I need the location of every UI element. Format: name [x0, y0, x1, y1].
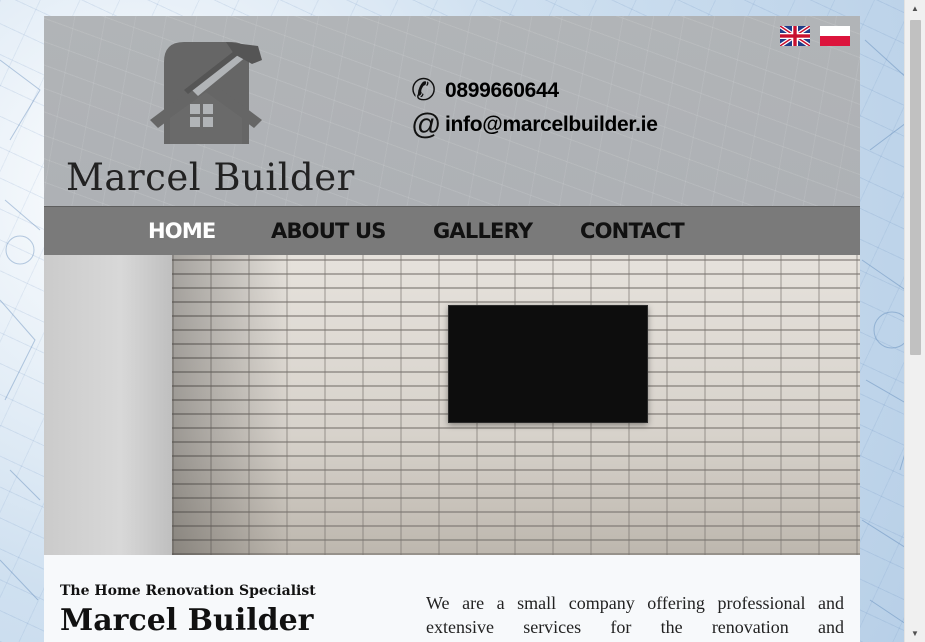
- phone-number[interactable]: 0899660644: [445, 79, 559, 103]
- scroll-down-arrow-icon[interactable]: ▼: [905, 625, 925, 642]
- logo-text: Marcel Builder: [66, 156, 355, 199]
- tv-screen: [448, 305, 648, 423]
- scroll-up-arrow-icon[interactable]: ▲: [905, 0, 925, 17]
- language-switcher: [780, 26, 850, 46]
- nav-contact[interactable]: CONTACT: [580, 219, 685, 243]
- logo[interactable]: Marcel Builder: [66, 38, 356, 199]
- at-icon: @: [411, 108, 442, 141]
- nav-gallery[interactable]: GALLERY: [433, 219, 533, 243]
- main-nav: HOME ABOUT US GALLERY CONTACT: [44, 206, 860, 255]
- tagline: The Home Renovation Specialist: [60, 583, 316, 599]
- email-address[interactable]: info@marcelbuilder.ie: [445, 113, 658, 137]
- intro-text: We are a small company offering professi…: [426, 593, 844, 637]
- polish-flag-icon[interactable]: [820, 26, 850, 46]
- house-hammer-logo-icon: [150, 42, 262, 144]
- section-title: Marcel Builder: [60, 603, 314, 638]
- phone-icon: ✆: [411, 74, 437, 107]
- intro-section: The Home Renovation Specialist Marcel Bu…: [44, 555, 860, 642]
- hero-shadow: [172, 255, 292, 555]
- hero-image: [44, 255, 860, 555]
- email-row[interactable]: @ info@marcelbuilder.ie: [411, 108, 658, 142]
- scroll-thumb[interactable]: [910, 20, 921, 355]
- nav-about-us[interactable]: ABOUT US: [271, 219, 386, 243]
- page: Marcel Builder ✆ 0899660644 @ info@marce…: [44, 16, 860, 642]
- hero-wall-side: [44, 255, 172, 555]
- contact-info: ✆ 0899660644 @ info@marcelbuilder.ie: [411, 74, 658, 142]
- site-header: Marcel Builder ✆ 0899660644 @ info@marce…: [44, 16, 860, 206]
- nav-home[interactable]: HOME: [148, 219, 216, 243]
- english-flag-icon[interactable]: [780, 26, 810, 46]
- scrollbar[interactable]: ▲ ▼: [904, 0, 925, 642]
- phone-row[interactable]: ✆ 0899660644: [411, 74, 658, 108]
